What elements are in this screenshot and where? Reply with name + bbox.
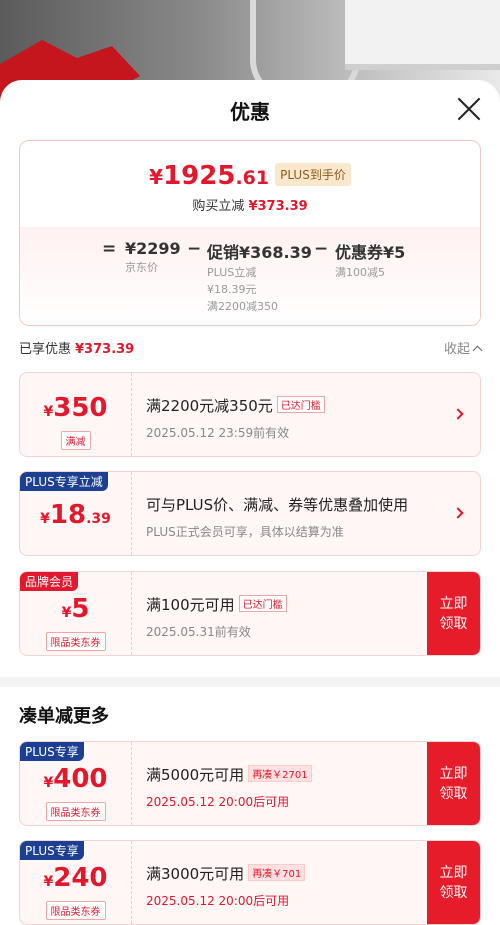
coupon-title: 满100元可用	[146, 596, 235, 614]
coupon-title: 满2200元减350元	[146, 397, 273, 415]
coupon-card: 品牌会员 ¥5 限品类东券 满100元可用 已达门槛 2025.05.31前有效 …	[19, 571, 481, 656]
discount-sheet: 优惠 ¥1925.61 PLUS到手价 购买立减 ¥373.39 = ¥2299…	[0, 80, 500, 925]
section-divider	[0, 677, 500, 687]
chevron-right-icon[interactable]	[452, 408, 464, 420]
threshold-badge: 已达门槛	[238, 595, 287, 612]
claim-button[interactable]: 立即 领取	[427, 572, 480, 655]
threshold-badge: 已达门槛	[276, 396, 325, 413]
coupon-validity: 2025.05.12 20:00后可用	[146, 894, 290, 908]
price-breakdown-card: ¥1925.61 PLUS到手价 购买立减 ¥373.39 = ¥2299 京东…	[19, 140, 481, 326]
buy-save-line: 购买立减 ¥373.39	[192, 199, 308, 214]
collapse-button[interactable]: 收起	[444, 338, 483, 357]
jd-price-column: ¥2299 京东价	[125, 239, 181, 274]
minus-sign: −	[314, 239, 329, 259]
price-formula: = ¥2299 京东价 − 促销¥368.39 PLUS立减 ¥18.39元 满…	[20, 239, 480, 319]
plus-price-tag: PLUS到手价	[275, 163, 351, 186]
coupon-type-tag: 限品类东券	[45, 802, 106, 821]
coupon-value: ¥350 满减	[20, 373, 132, 456]
coupon-value: ¥5 限品类东券	[20, 572, 132, 655]
final-price: ¥1925.61	[149, 161, 270, 191]
coupon-validity: 2025.05.12 23:59前有效	[146, 426, 290, 440]
coupon-type-tag: 限品类东券	[45, 901, 106, 920]
add-more-badge: 再凑￥2701	[248, 765, 312, 782]
sheet-header: 优惠	[0, 80, 500, 142]
promo-column: 促销¥368.39 PLUS立减 ¥18.39元 满2200减350	[207, 243, 312, 313]
equals-sign: =	[102, 239, 117, 259]
coupon-card[interactable]: ¥350 满减 满2200元减350元 已达门槛 2025.05.12 23:59…	[19, 372, 481, 457]
minus-sign: −	[187, 239, 202, 259]
coupon-card: PLUS专享 ¥400 限品类东券 满5000元可用 再凑￥2701 2025.0…	[19, 741, 481, 826]
coupon-validity: 2025.05.12 20:00后可用	[146, 795, 290, 809]
coupon-title: 满3000元可用	[146, 865, 245, 883]
close-icon[interactable]	[456, 96, 482, 122]
background-monitor	[345, 0, 500, 70]
coupon-title: 可与PLUS价、满减、券等优惠叠加使用	[146, 496, 409, 514]
more-section-title: 凑单减更多	[19, 706, 109, 727]
coupon-card[interactable]: PLUS专享立减 ¥18.39 可与PLUS价、满减、券等优惠叠加使用 PLUS…	[19, 471, 481, 556]
coupon-desc: PLUS正式会员可享，具体以结算为准	[146, 525, 344, 539]
chevron-up-icon	[472, 345, 483, 356]
coupon-type-tag: 限品类东券	[45, 632, 106, 651]
coupon-value: ¥18.39	[20, 472, 132, 555]
claim-button[interactable]: 立即 领取	[427, 841, 480, 924]
coupon-column: 优惠券¥5 满100减5	[335, 243, 406, 279]
coupon-validity: 2025.05.31前有效	[146, 625, 251, 639]
coupon-value: ¥400 限品类东券	[20, 742, 132, 825]
chevron-right-icon[interactable]	[452, 507, 464, 519]
coupon-title: 满5000元可用	[146, 766, 245, 784]
enjoyed-discount-row: 已享优惠 ¥373.39 收起	[19, 338, 483, 360]
claim-button[interactable]: 立即 领取	[427, 742, 480, 825]
coupon-value: ¥240 限品类东券	[20, 841, 132, 924]
add-more-badge: 再凑￥701	[248, 864, 306, 881]
sheet-title: 优惠	[230, 100, 270, 124]
coupon-card: PLUS专享 ¥240 限品类东券 满3000元可用 再凑￥701 2025.05…	[19, 840, 481, 925]
coupon-type-tag: 满减	[60, 431, 91, 450]
